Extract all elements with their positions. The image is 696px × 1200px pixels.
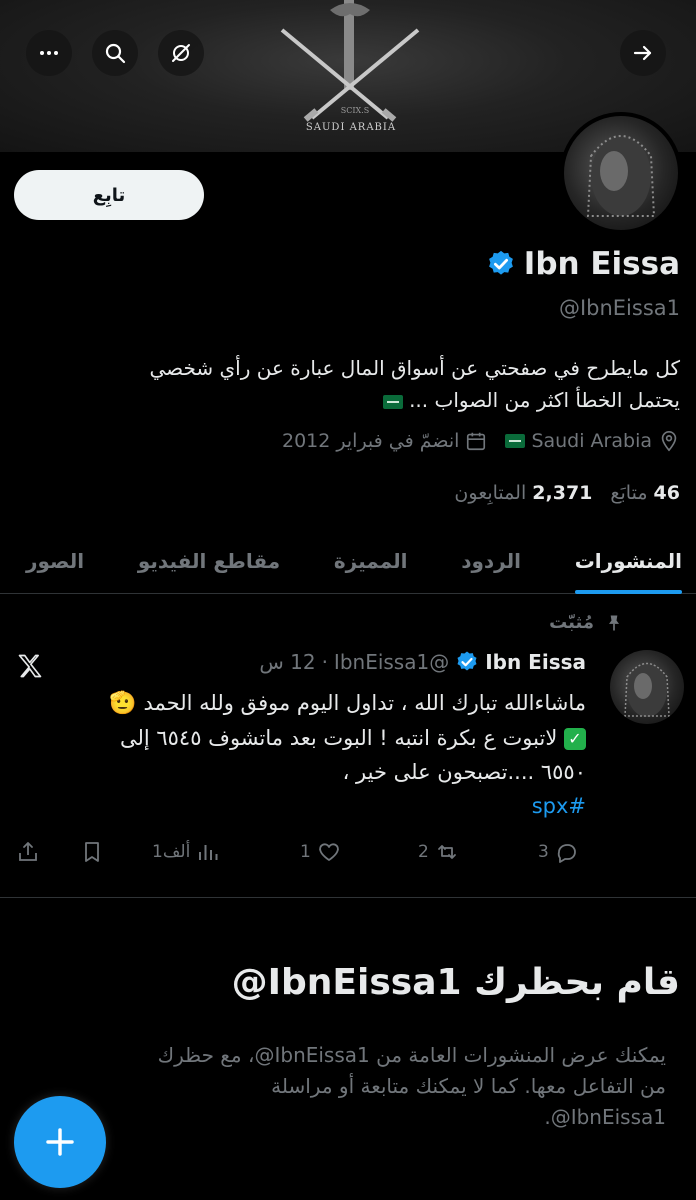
reposts-count: 2 xyxy=(418,842,429,862)
blocked-line-1: يمكنك عرض المنشورات العامة من IbnEissa1@… xyxy=(157,1043,666,1067)
tab-label: مقاطع الفيديو xyxy=(137,548,281,573)
salute-emoji-icon: 🫡 xyxy=(109,691,137,716)
bookmark-button[interactable] xyxy=(80,840,104,864)
check-mark-icon: ✓ xyxy=(564,728,586,750)
views-icon xyxy=(199,845,218,860)
tweet-header: Ibn Eissa @IbnEissa1 · 12 س xyxy=(259,650,586,674)
heart-icon xyxy=(319,843,339,861)
like-button[interactable]: 1 xyxy=(300,840,341,864)
avatar-image xyxy=(624,662,670,717)
tab-videos[interactable]: مقاطع الفيديو xyxy=(138,528,280,594)
profile-stats: 46 متابَع 2,371 المتابِعون xyxy=(454,482,680,504)
plus-icon xyxy=(46,1128,74,1156)
saudi-flag-icon xyxy=(382,394,403,409)
tweet-avatar[interactable] xyxy=(610,650,684,724)
reply-icon xyxy=(557,844,576,863)
tab-replies[interactable]: الردود xyxy=(461,528,521,594)
section-divider xyxy=(0,897,696,898)
tab-posts[interactable]: المنشورات xyxy=(574,528,682,594)
blocked-line-3: IbnEissa1@. xyxy=(544,1105,666,1129)
search-button[interactable] xyxy=(92,30,138,76)
profile-location: Saudi Arabia xyxy=(505,430,680,452)
profile-meta: Saudi Arabia انضمّ في فبراير 2012 xyxy=(282,430,680,452)
profile-tabs: المنشورات الردود المميزة مقاطع الفيديو ا… xyxy=(0,528,696,594)
tweet-hashtag[interactable]: #spx xyxy=(16,789,586,823)
arrow-right-icon xyxy=(633,45,652,61)
bio-line-2: يحتمل الخطأ اكثر من الصواب ... xyxy=(16,384,680,416)
followers-stat[interactable]: 2,371 المتابِعون xyxy=(454,482,592,504)
verified-badge-icon xyxy=(457,651,477,671)
saudi-flag-icon xyxy=(505,434,526,448)
follow-button[interactable]: تابِع xyxy=(14,170,204,220)
profile-handle: @IbnEissa1 xyxy=(558,296,680,320)
tab-label: الصور xyxy=(26,548,85,573)
x-logo-icon[interactable] xyxy=(16,652,44,680)
pinned-indicator: مُثبّت xyxy=(549,612,624,633)
bio-line-2-text: يحتمل الخطأ اكثر من الصواب ... xyxy=(409,388,680,412)
compose-button[interactable] xyxy=(14,1096,106,1188)
tweet-line-1: ماشاءالله تبارك الله ، تداول اليوم موفق … xyxy=(16,686,586,721)
profile-name-row: Ibn Eissa xyxy=(486,246,680,282)
profile-joined: انضمّ في فبراير 2012 xyxy=(282,430,487,452)
more-icon xyxy=(40,51,58,55)
tweet-separator: · xyxy=(321,650,328,674)
tab-photos[interactable]: الصور xyxy=(26,528,84,594)
following-label: متابَع xyxy=(610,482,648,504)
followers-label: المتابِعون xyxy=(454,482,527,504)
profile-avatar[interactable] xyxy=(560,112,682,234)
tweet-author-handle[interactable]: @IbnEissa1 xyxy=(334,650,449,674)
likes-count: 1 xyxy=(300,842,311,862)
grok-button[interactable] xyxy=(158,30,204,76)
tab-label: المميزة xyxy=(333,548,408,573)
tweet-line-1-text: ماشاءالله تبارك الله ، تداول اليوم موفق … xyxy=(143,691,587,715)
tweet-time[interactable]: 12 س xyxy=(259,650,315,674)
profile-name: Ibn Eissa xyxy=(523,246,680,282)
repost-icon xyxy=(437,845,456,859)
joined-text: انضمّ في فبراير 2012 xyxy=(282,430,460,452)
tweet-author-name[interactable]: Ibn Eissa xyxy=(485,650,586,674)
avatar-image xyxy=(586,135,656,217)
bio-line-1: كل مايطرح في صفحتي عن أسواق المال عبارة … xyxy=(149,356,680,380)
tweet-line-2-text: لاتبوت ع بكرة انتبه ! البوت بعد ماتشوف ٦… xyxy=(119,726,558,750)
blocked-title: قام بحظرك IbnEissa1@ xyxy=(231,962,680,1003)
tweet-line-3: ٦٥٥٠ ....تصبحون على خير ، xyxy=(342,760,586,784)
banner-caption: SAUDI ARABIA xyxy=(305,122,397,133)
tweet-line-2: ✓ لاتبوت ع بكرة انتبه ! البوت بعد ماتشوف… xyxy=(16,721,586,755)
share-button[interactable] xyxy=(16,840,40,864)
pinned-label: مُثبّت xyxy=(549,612,594,633)
replies-count: 3 xyxy=(538,842,549,862)
repost-button[interactable]: 2 xyxy=(418,840,459,864)
search-icon xyxy=(105,43,126,64)
share-icon xyxy=(19,842,37,861)
location-pin-icon xyxy=(661,431,677,452)
verified-badge-icon xyxy=(488,250,513,275)
more-button[interactable] xyxy=(26,30,72,76)
pin-icon xyxy=(609,615,619,630)
tweet-actions: 1ألف 1 2 3 xyxy=(16,840,586,870)
blocked-description: يمكنك عرض المنشورات العامة من IbnEissa1@… xyxy=(26,1040,666,1133)
following-count: 46 xyxy=(653,482,680,504)
tab-label: المنشورات xyxy=(574,548,682,573)
tab-label: الردود xyxy=(461,548,521,573)
views-button[interactable]: 1ألف xyxy=(152,840,220,864)
profile-bio: كل مايطرح في صفحتي عن أسواق المال عبارة … xyxy=(16,352,680,416)
following-stat[interactable]: 46 متابَع xyxy=(610,482,680,504)
blocked-line-2: من التفاعل معها. كما لا يمكنك متابعة أو … xyxy=(271,1074,666,1098)
banner-small-caption: SCIX.S xyxy=(340,106,370,115)
back-button[interactable] xyxy=(620,30,666,76)
views-count: 1ألف xyxy=(152,842,191,862)
grok-icon xyxy=(172,44,190,62)
calendar-icon xyxy=(467,432,486,451)
active-tab-indicator xyxy=(574,589,682,594)
bookmark-icon xyxy=(85,842,99,862)
location-text: Saudi Arabia xyxy=(531,430,652,452)
reply-button[interactable]: 3 xyxy=(538,840,579,864)
followers-count: 2,371 xyxy=(532,482,593,504)
tab-highlights[interactable]: المميزة xyxy=(334,528,408,594)
tweet-body: ماشاءالله تبارك الله ، تداول اليوم موفق … xyxy=(16,686,586,823)
